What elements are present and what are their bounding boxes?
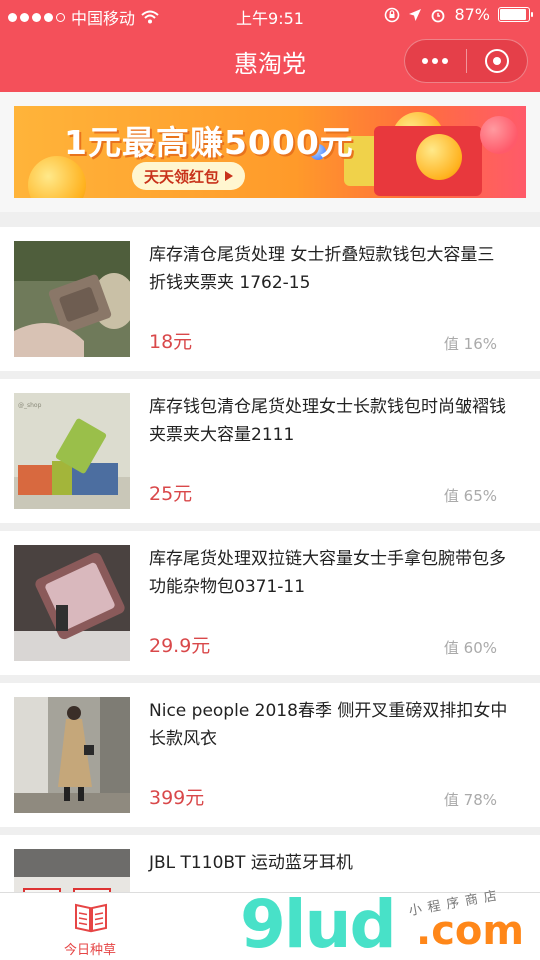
product-worth-rate: 值 60% xyxy=(443,639,497,657)
alarm-icon xyxy=(432,9,445,22)
close-circle-icon xyxy=(484,49,509,73)
location-icon xyxy=(409,8,422,21)
product-item[interactable]: @_shop 库存钱包清仓尾货处理女士长款钱包时尚皱褶钱夹票夹大容量2111 2… xyxy=(0,379,540,523)
tab-label: 今日种草 xyxy=(63,943,116,958)
product-item[interactable]: 库存清仓尾货处理 女士折叠短款钱包大容量三折钱夹票夹 1762-15 18元 值… xyxy=(0,227,540,371)
promo-banner[interactable]: 1元最高赚5000元 天天领红包 xyxy=(14,106,526,198)
tab-today-picks[interactable]: 今日种草 xyxy=(0,893,180,960)
more-button[interactable] xyxy=(405,40,466,82)
battery-fill xyxy=(500,9,527,20)
product-price: 18元 xyxy=(149,331,193,353)
book-icon xyxy=(75,903,107,933)
close-button[interactable] xyxy=(466,40,527,82)
navigation-bar: 惠淘党 xyxy=(0,30,540,92)
banner-section: 1元最高赚5000元 天天领红包 xyxy=(0,92,540,212)
play-arrow-icon xyxy=(225,171,234,181)
coin-decoration xyxy=(416,134,462,180)
product-image xyxy=(14,697,130,813)
product-name: 库存钱包清仓尾货处理女士长款钱包时尚皱褶钱夹票夹大容量2111 xyxy=(149,397,506,445)
product-item[interactable]: 库存尾货处理双拉链大容量女士手拿包腕带包多功能杂物包0371-11 29.9元 … xyxy=(0,531,540,675)
product-worth-rate: 值 16% xyxy=(443,335,497,353)
product-name: Nice people 2018春季 侧开叉重磅双排扣女中长款风衣 xyxy=(149,701,508,749)
svg-text:@_shop: @_shop xyxy=(18,402,42,409)
product-item[interactable]: Nice people 2018春季 侧开叉重磅双排扣女中长款风衣 399元 值… xyxy=(0,683,540,827)
product-name: 库存尾货处理双拉链大容量女士手拿包腕带包多功能杂物包0371-11 xyxy=(149,549,506,597)
get-red-packet-button[interactable]: 天天领红包 xyxy=(132,162,246,190)
get-red-packet-label: 天天领红包 xyxy=(144,167,220,186)
tab-second[interactable] xyxy=(180,893,360,960)
product-name: 库存清仓尾货处理 女士折叠短款钱包大容量三折钱夹票夹 1762-15 xyxy=(149,245,495,293)
status-right: 87% xyxy=(384,5,533,24)
tab-bar: 今日种草 xyxy=(0,892,540,960)
product-worth-rate: 值 78% xyxy=(443,791,497,809)
product-price: 399元 xyxy=(149,787,205,809)
mini-program-capsule xyxy=(404,39,528,83)
banner-headline: 1元最高赚5000元 xyxy=(64,123,354,162)
product-price: 25元 xyxy=(149,483,193,505)
battery-percent: 87% xyxy=(454,5,490,24)
orientation-lock-icon xyxy=(385,7,400,22)
battery-icon xyxy=(498,7,533,22)
status-bar: 中国移动 上午9:51 87% xyxy=(0,0,540,30)
product-image: @_shop xyxy=(14,393,130,509)
product-image xyxy=(14,545,130,661)
product-price: 29.9元 xyxy=(149,635,211,657)
bubble-decoration xyxy=(480,116,518,154)
product-worth-rate: 值 65% xyxy=(443,487,497,505)
product-image xyxy=(14,241,130,357)
tab-third[interactable] xyxy=(360,893,540,960)
product-name: JBL T110BT 运动蓝牙耳机 xyxy=(149,853,353,873)
